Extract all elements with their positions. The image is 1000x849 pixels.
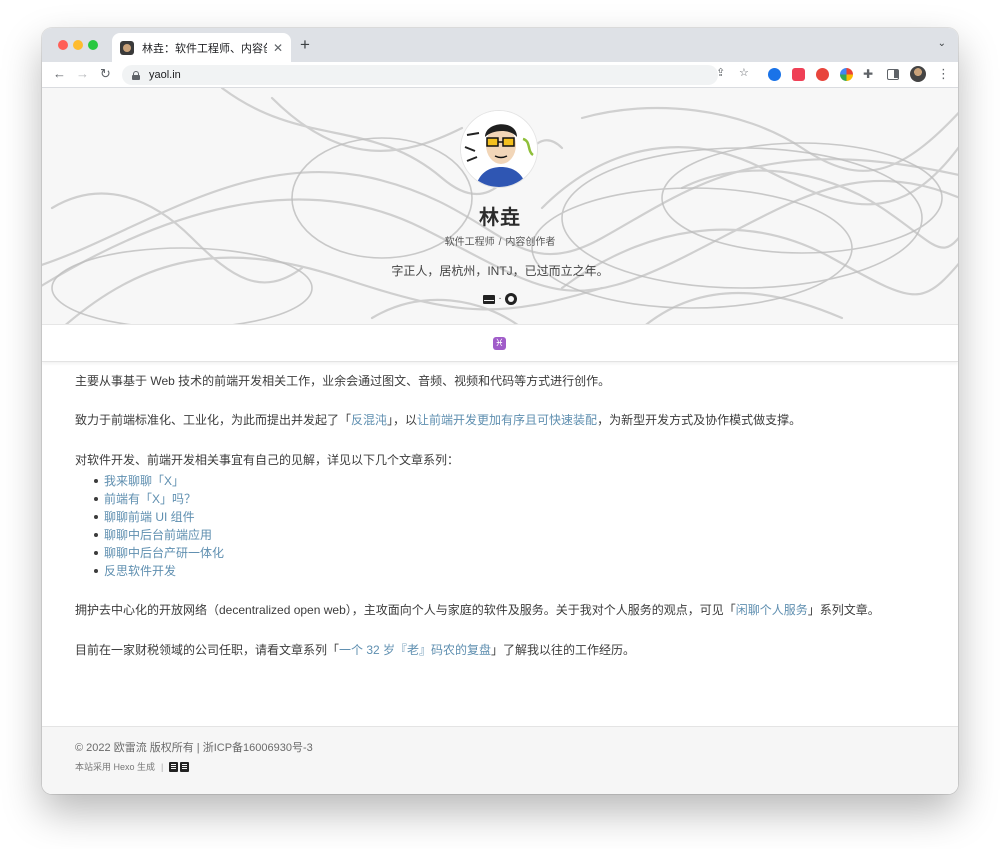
browser-window: 林垚：软件工程师、内容创作者 ✕ + ⌄ ← → ↻ yaol.in ⇪ ☆ ✚… — [42, 28, 958, 794]
css3-badge-icon — [180, 761, 190, 772]
profile-titles: 软件工程师 / 内容创作者 — [42, 233, 958, 248]
html5-badge-icon — [169, 761, 179, 772]
copyright-text: © 2022 欧雷流 版权所有 | 浙ICP备16006930号-3 — [75, 742, 313, 754]
minimize-window-button[interactable] — [73, 40, 83, 50]
new-tab-button[interactable]: + — [300, 36, 310, 54]
forward-button[interactable]: → — [76, 67, 89, 81]
url-text[interactable]: yaol.in — [149, 69, 181, 81]
lock-icon[interactable] — [132, 70, 140, 80]
pocket-extension-icon[interactable] — [792, 68, 805, 81]
series-link[interactable]: 聊聊前端 UI 组件 — [104, 510, 195, 524]
zoom-window-button[interactable] — [88, 40, 98, 50]
pisces-icon: ♓ — [493, 337, 506, 350]
list-item: 聊聊中后台产研一体化 — [93, 544, 224, 562]
title-software-engineer: 软件工程师 — [444, 237, 495, 248]
profile-bio: 字正人，居杭州，INTJ，已过而立之年。 — [391, 264, 609, 278]
close-window-button[interactable] — [58, 40, 68, 50]
zodiac-bar: ♓ — [42, 325, 958, 362]
chrome-extension-icon[interactable] — [840, 68, 853, 81]
list-item: 我来聊聊「X」 — [93, 472, 224, 490]
extension-icon-blue[interactable] — [768, 68, 781, 81]
mission-text-middle: 」，以 — [387, 413, 418, 427]
back-button[interactable]: ← — [53, 67, 66, 81]
generator-line: 本站采用 Hexo 生成 | — [75, 760, 191, 773]
browser-toolbar: ← → ↻ yaol.in ⇪ ☆ ✚ ⋮ — [42, 62, 958, 88]
list-item: 反思软件开发 — [93, 562, 224, 580]
browser-menu-icon[interactable]: ⋮ — [937, 67, 950, 81]
series-link[interactable]: 反思软件开发 — [104, 564, 176, 578]
contact-links: · — [42, 293, 958, 305]
profile-name: 林垚 — [479, 207, 521, 229]
career-review-link[interactable]: 一个 32 岁『老』码农的复盘 — [339, 643, 491, 657]
intro-paragraph: 主要从事基于 Web 技术的前端开发相关工作，业余会通过图文、音频、视频和代码等… — [75, 374, 611, 388]
favicon-icon — [120, 40, 134, 55]
tab-title: 林垚：软件工程师、内容创作者 — [142, 42, 267, 55]
list-item: 聊聊中后台前端应用 — [93, 526, 224, 544]
github-icon[interactable] — [504, 293, 517, 305]
web-page: 林垚 软件工程师 / 内容创作者 字正人，居杭州，INTJ，已过而立之年。 · ♓ … — [42, 88, 958, 794]
open-web-paragraph: 拥护去中心化的开放网络（decentralized open web），主攻面向… — [75, 601, 880, 619]
mission-text-prefix: 致力于前端标准化、工业化，为此而提出并发起了「 — [75, 413, 352, 427]
list-item: 前端有「X」吗？ — [93, 490, 224, 508]
series-intro: 对软件开发、前端开发相关事宜有自己的见解，详见以下几个文章系列： — [75, 453, 460, 467]
career-paragraph: 目前在一家财税领域的公司任职，请看文章系列「一个 32 岁『老』码农的复盘」了解… — [75, 641, 635, 659]
series-link[interactable]: 前端有「X」吗？ — [104, 492, 196, 506]
reload-button[interactable]: ↻ — [100, 67, 111, 81]
career-text-suffix: 」了解我以往的工作经历。 — [491, 643, 636, 657]
title-content-creator: 内容创作者 — [505, 237, 556, 248]
tab-close-icon[interactable]: ✕ — [273, 41, 283, 55]
page-footer: © 2022 欧雷流 版权所有 | 浙ICP备16006930号-3 本站采用 … — [42, 726, 958, 794]
series-link[interactable]: 聊聊中后台前端应用 — [104, 528, 212, 542]
tab-strip: 林垚：软件工程师、内容创作者 ✕ + ⌄ — [42, 28, 958, 62]
series-link[interactable]: 聊聊中后台产研一体化 — [104, 546, 224, 560]
email-icon[interactable] — [483, 294, 496, 304]
extension-icon-red[interactable] — [816, 68, 829, 81]
footer-separator: | — [161, 761, 164, 772]
open-web-text-suffix: 」系列文章。 — [807, 603, 880, 617]
generator-text: 本站采用 Hexo 生成 — [75, 762, 156, 772]
open-web-text-prefix: 拥护去中心化的开放网络（decentralized open web），主攻面向… — [75, 603, 736, 617]
tab-search-chevron-icon[interactable]: ⌄ — [938, 38, 946, 49]
career-text-prefix: 目前在一家财税领域的公司任职，请看文章系列「 — [75, 643, 340, 657]
mission-text-suffix: ，为新型开发方式及协作模式做支撑。 — [597, 413, 802, 427]
personal-services-link[interactable]: 闲聊个人服务 — [736, 603, 808, 617]
list-item: 聊聊前端 UI 组件 — [93, 508, 224, 526]
profile-header: 林垚 软件工程师 / 内容创作者 字正人，居杭州，INTJ，已过而立之年。 · — [42, 88, 958, 325]
title-separator: / — [498, 237, 502, 248]
extensions-puzzle-icon[interactable]: ✚ — [863, 67, 873, 81]
avatar — [460, 110, 538, 188]
orderly-frontend-link[interactable]: 让前端开发更加有序且可快速装配 — [417, 413, 597, 427]
address-bar[interactable]: yaol.in — [122, 65, 718, 85]
bookmark-star-icon[interactable]: ☆ — [739, 66, 749, 79]
profile-avatar[interactable] — [910, 66, 926, 82]
anti-chaos-link[interactable]: 反混沌 — [351, 413, 387, 427]
mission-paragraph: 致力于前端标准化、工业化，为此而提出并发起了「反混沌」，以让前端开发更加有序且可… — [75, 411, 801, 429]
share-icon[interactable]: ⇪ — [716, 66, 725, 79]
series-link[interactable]: 我来聊聊「X」 — [104, 474, 184, 488]
side-panel-icon[interactable] — [887, 69, 899, 80]
link-separator: · — [498, 293, 502, 304]
article-series-list: 我来聊聊「X」 前端有「X」吗？ 聊聊前端 UI 组件 聊聊中后台前端应用 聊聊… — [93, 472, 224, 580]
active-tab[interactable]: 林垚：软件工程师、内容创作者 ✕ — [112, 33, 291, 62]
avatar-illustration — [461, 111, 537, 187]
